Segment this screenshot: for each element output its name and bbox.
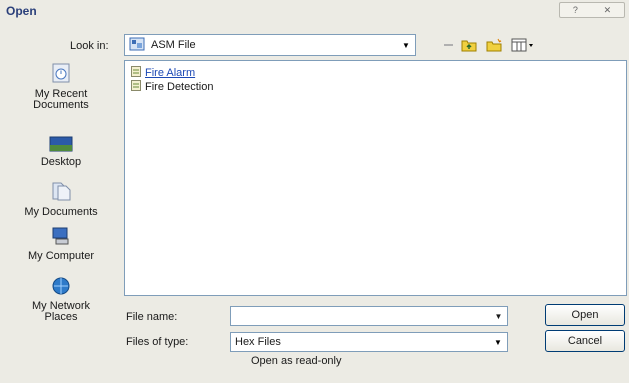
my-documents-icon — [50, 180, 72, 205]
dialog-title: Open — [6, 4, 37, 18]
place-recent-documents[interactable]: My Recent Documents — [4, 62, 118, 111]
place-label: My Recent Documents — [33, 88, 89, 111]
file-list[interactable]: Fire Alarm Fire Detection — [124, 60, 627, 296]
file-type-select[interactable]: Hex Files ▼ — [230, 332, 508, 352]
read-only-checkbox[interactable] — [232, 355, 244, 367]
look-in-label: Look in: — [70, 40, 109, 52]
look-in-combo[interactable]: ASM File ▼ — [124, 34, 416, 56]
place-desktop[interactable]: Desktop — [4, 136, 118, 168]
read-only-option[interactable]: Open as read-only — [232, 355, 342, 367]
recent-documents-icon — [50, 62, 72, 87]
chevron-down-icon[interactable]: ▼ — [490, 307, 507, 325]
place-label: Desktop — [40, 156, 82, 168]
place-my-documents[interactable]: My Documents — [4, 180, 118, 218]
folder-icon — [129, 37, 145, 54]
place-network-places[interactable]: My Network Places — [4, 276, 118, 323]
file-name-label: File name: — [126, 311, 178, 323]
place-label: My Network Places — [31, 300, 91, 323]
cancel-button[interactable]: Cancel — [545, 330, 625, 352]
file-icon — [131, 80, 141, 94]
desktop-icon — [49, 136, 73, 155]
file-type-value: Hex Files — [235, 336, 281, 348]
list-item[interactable]: Fire Alarm — [131, 66, 196, 80]
up-folder-icon[interactable] — [459, 36, 479, 54]
window-caption-buttons[interactable]: ? ✕ — [559, 2, 625, 18]
place-label: My Documents — [24, 206, 98, 218]
file-name-input[interactable] — [230, 306, 508, 326]
list-item[interactable]: Fire Detection — [131, 80, 214, 94]
close-icon[interactable]: ✕ — [604, 5, 612, 16]
chevron-down-icon[interactable]: ▼ — [490, 334, 506, 350]
back-icon[interactable] — [440, 36, 456, 54]
place-label: My Computer — [27, 250, 95, 262]
places-bar: My Recent Documents Desktop My Documents… — [4, 56, 118, 336]
view-menu-icon[interactable] — [510, 36, 536, 54]
new-folder-icon[interactable] — [484, 36, 504, 54]
look-in-value: ASM File — [151, 39, 196, 51]
file-name: Fire Detection — [145, 81, 214, 93]
file-icon — [131, 66, 141, 80]
help-icon[interactable]: ? — [573, 5, 578, 15]
my-computer-icon — [50, 226, 72, 249]
network-places-icon — [50, 276, 72, 299]
file-name: Fire Alarm — [145, 67, 196, 79]
file-type-label: Files of type: — [126, 336, 189, 348]
chevron-down-icon[interactable]: ▼ — [398, 36, 414, 54]
read-only-label: Open as read-only — [251, 355, 342, 367]
place-my-computer[interactable]: My Computer — [4, 226, 118, 262]
open-button[interactable]: Open — [545, 304, 625, 326]
